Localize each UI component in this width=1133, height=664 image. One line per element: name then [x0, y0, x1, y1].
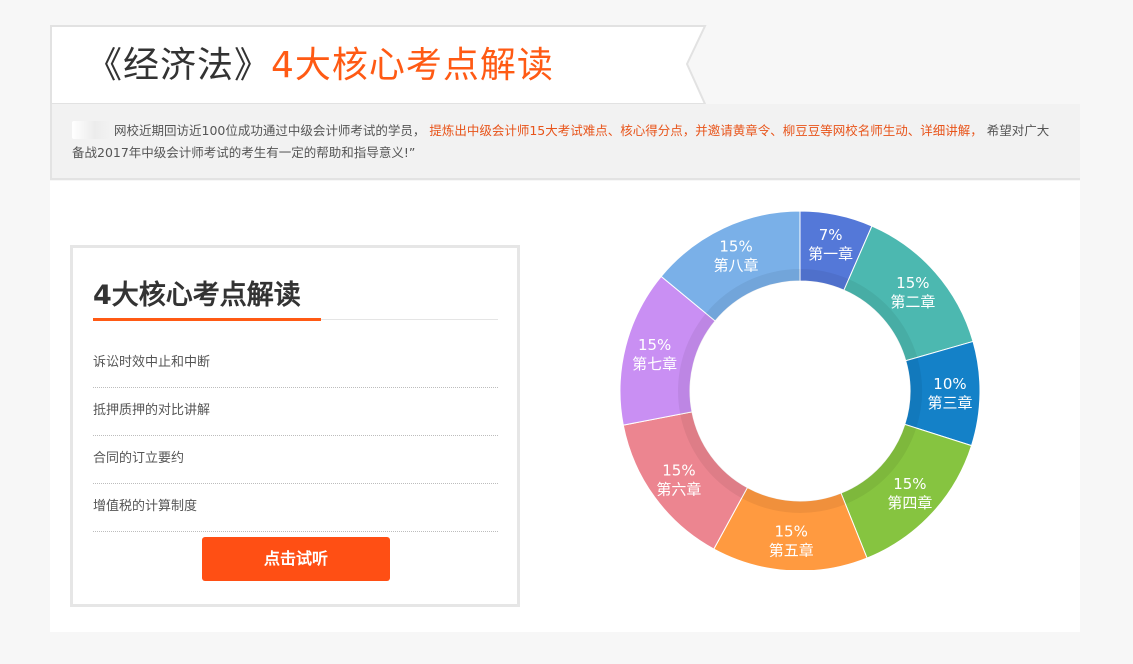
title-banner: 《经济法》4大核心考点解读 [50, 25, 710, 105]
list-item[interactable]: 合同的订立要约 [93, 436, 498, 484]
core-topics-card: 4大核心考点解读 诉讼时效中止和中断 抵押质押的对比讲解 合同的订立要约 增值税… [70, 245, 520, 607]
list-item[interactable]: 抵押质押的对比讲解 [93, 388, 498, 436]
chapter-donut-chart: 7%第一章15%第二章10%第三章15%第四章15%第五章15%第六章15%第七… [620, 210, 980, 570]
list-item[interactable]: 增值税的计算制度 [93, 484, 498, 532]
slice-chapter-label: 第三章 [927, 394, 972, 412]
slice-percent-label: 15% [638, 336, 671, 354]
faded-logo-mark [72, 121, 110, 139]
slice-chapter-label: 第四章 [887, 494, 932, 512]
main-content: 4大核心考点解读 诉讼时效中止和中断 抵押质押的对比讲解 合同的订立要约 增值税… [50, 181, 1080, 632]
page-title: 《经济法》4大核心考点解读 [86, 43, 554, 89]
slice-chapter-label: 第八章 [714, 256, 759, 274]
slice-percent-label: 15% [662, 462, 695, 480]
slice-percent-label: 15% [719, 237, 752, 255]
page-title-highlight: 4大核心考点解读 [271, 45, 554, 86]
intro-text-highlight: 提炼出中级会计师15大考试难点、核心得分点，并邀请黄章令、柳豆豆等网校名师生动、… [429, 123, 983, 138]
slice-percent-label: 15% [896, 274, 929, 292]
page-title-law-name: 《经济法》 [86, 45, 272, 86]
slice-chapter-label: 第七章 [632, 355, 677, 373]
slice-chapter-label: 第二章 [890, 293, 935, 311]
slice-percent-label: 7% [819, 226, 843, 244]
intro-section: 网校近期回访近100位成功通过中级会计师考试的学员， 提炼出中级会计师15大考试… [50, 104, 1080, 180]
slice-percent-label: 15% [775, 523, 808, 541]
slice-percent-label: 15% [893, 475, 926, 493]
card-title-underline [93, 318, 321, 321]
card-title: 4大核心考点解读 [93, 280, 301, 311]
list-item[interactable]: 诉讼时效中止和中断 [93, 340, 498, 388]
slice-percent-label: 10% [933, 375, 966, 393]
slice-chapter-label: 第一章 [808, 245, 853, 263]
intro-text-part1: 网校近期回访近100位成功通过中级会计师考试的学员， [113, 123, 426, 138]
listen-trial-button[interactable]: 点击试听 [202, 537, 390, 581]
slice-chapter-label: 第五章 [769, 542, 814, 560]
slice-chapter-label: 第六章 [656, 481, 701, 499]
topic-list: 诉讼时效中止和中断 抵押质押的对比讲解 合同的订立要约 增值税的计算制度 [93, 340, 498, 532]
intro-paragraph: 网校近期回访近100位成功通过中级会计师考试的学员， 提炼出中级会计师15大考试… [72, 120, 1057, 164]
